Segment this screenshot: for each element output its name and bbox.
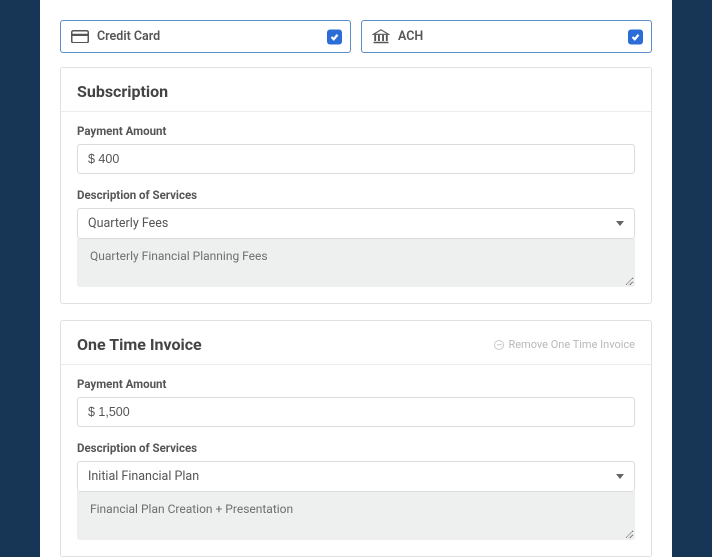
- description-select[interactable]: Initial Financial Plan: [77, 461, 635, 492]
- checkmark-icon: [327, 29, 342, 44]
- payment-method-label: ACH: [398, 29, 423, 44]
- panel-body: Payment Amount Description of Services I…: [61, 365, 651, 556]
- payment-methods-row: Credit Card ACH: [40, 20, 672, 67]
- remove-icon: [494, 340, 504, 350]
- payment-method-ach[interactable]: ACH: [361, 20, 652, 53]
- select-value: Initial Financial Plan: [88, 469, 199, 484]
- description-textarea[interactable]: Quarterly Financial Planning Fees: [77, 239, 635, 287]
- subscription-panel: Subscription Payment Amount Description …: [60, 67, 652, 304]
- panel-title: Subscription: [77, 82, 168, 101]
- payment-amount-field: Payment Amount: [77, 377, 635, 427]
- payment-amount-input[interactable]: [77, 144, 635, 174]
- remove-one-time-invoice-button[interactable]: Remove One Time Invoice: [494, 338, 635, 351]
- select-value: Quarterly Fees: [88, 216, 168, 231]
- description-field: Description of Services Initial Financia…: [77, 441, 635, 540]
- bank-icon: [372, 30, 390, 44]
- remove-label: Remove One Time Invoice: [508, 338, 635, 351]
- payment-amount-input[interactable]: [77, 397, 635, 427]
- field-label: Description of Services: [77, 441, 635, 455]
- field-label: Payment Amount: [77, 124, 635, 138]
- credit-card-icon: [71, 30, 89, 44]
- field-label: Description of Services: [77, 188, 635, 202]
- panel-header: Subscription: [61, 68, 651, 112]
- description-select[interactable]: Quarterly Fees: [77, 208, 635, 239]
- payment-amount-field: Payment Amount: [77, 124, 635, 174]
- panel-title: One Time Invoice: [77, 335, 202, 354]
- one-time-invoice-panel: One Time Invoice Remove One Time Invoice…: [60, 320, 652, 557]
- panel-header: One Time Invoice Remove One Time Invoice: [61, 321, 651, 365]
- payment-method-credit-card[interactable]: Credit Card: [60, 20, 351, 53]
- chevron-down-icon: [616, 221, 624, 226]
- chevron-down-icon: [616, 474, 624, 479]
- checkmark-icon: [628, 29, 643, 44]
- description-textarea[interactable]: Financial Plan Creation + Presentation: [77, 492, 635, 540]
- panel-body: Payment Amount Description of Services Q…: [61, 112, 651, 303]
- page-content: Credit Card ACH Subscription Payment Amo…: [40, 0, 672, 557]
- field-label: Payment Amount: [77, 377, 635, 391]
- payment-method-label: Credit Card: [97, 29, 160, 44]
- description-field: Description of Services Quarterly Fees Q…: [77, 188, 635, 287]
